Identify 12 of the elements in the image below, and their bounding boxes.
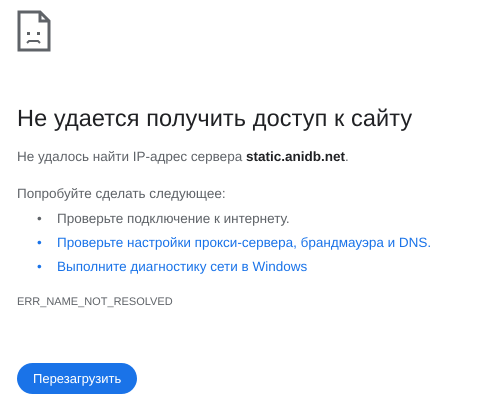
- error-code: ERR_NAME_NOT_RESOLVED: [17, 296, 173, 308]
- bullet: •: [37, 234, 43, 252]
- suggestions-title: Попробуйте сделать следующее:: [17, 185, 227, 203]
- suggestion-text: Проверьте подключение к интернету.: [57, 211, 290, 226]
- error-summary: Не удалось найти IP-адрес сервера static.anidb.net.: [17, 148, 350, 166]
- reload-button[interactable]: Перезагрузить: [17, 363, 138, 394]
- broken-page-icon: [17, 10, 51, 52]
- bullet: •: [37, 210, 43, 228]
- error-heading: Не удается получить доступ к сайту: [17, 105, 414, 131]
- suggestion-link[interactable]: Проверьте настройки прокси-сервера, брандмауэра и DNS.: [57, 235, 432, 250]
- bullet: •: [37, 258, 43, 276]
- suggestion-link[interactable]: Выполните диагностику сети в Windows: [57, 259, 308, 274]
